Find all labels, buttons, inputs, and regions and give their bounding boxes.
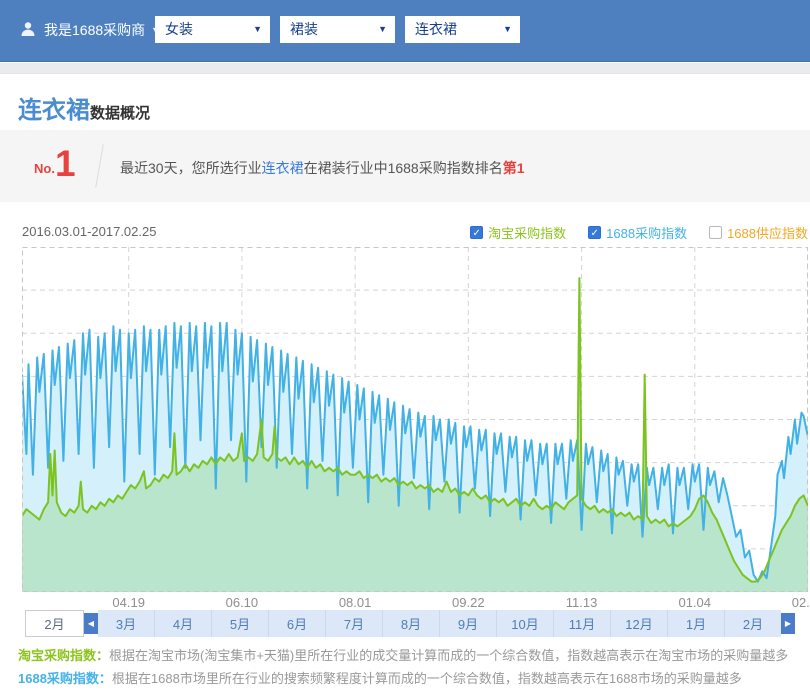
x-axis-label: 06.10	[220, 595, 264, 610]
rank-divider	[95, 144, 104, 188]
chevron-down-icon: ▼	[253, 16, 262, 43]
month-cell-9月[interactable]: 9月	[439, 610, 496, 637]
footnote-text: 根据在淘宝市场(淘宝集市+天猫)里所在行业的成交量计算而成的一个综合数值，指数越…	[109, 648, 788, 663]
footnote-label: 1688采购指数：	[18, 671, 112, 686]
x-axis-label: 02.25	[786, 595, 810, 610]
footnote-text: 根据在1688市场里所在行业的搜索频繁程度计算而成的一个综合数值，指数越高表示在…	[112, 671, 742, 686]
x-axis-label: 11.13	[560, 595, 604, 610]
index-trend-chart	[22, 247, 808, 592]
chevron-down-icon: ▼	[503, 16, 512, 43]
rank-description: 最近30天，您所选行业连衣裙在裙装行业中1688采购指数排名第1	[120, 158, 525, 178]
category-dropdown-level2[interactable]: 裙装 ▼	[280, 16, 395, 43]
footnote-line-1: 1688采购指数：根据在1688市场里所在行业的搜索频繁程度计算而成的一个综合数…	[18, 667, 788, 690]
rank-number: 1	[55, 145, 76, 182]
month-next-arrow-icon[interactable]: ▶	[781, 613, 795, 634]
month-cell-2月[interactable]: 2月	[724, 610, 781, 637]
user-icon	[20, 21, 36, 40]
rank-summary-box: No. 1 最近30天，您所选行业连衣裙在裙装行业中1688采购指数排名第1	[0, 130, 810, 202]
legend-label: 1688采购指数	[606, 223, 687, 242]
category-dropdown-level3[interactable]: 连衣裙 ▼	[405, 16, 520, 43]
page-title-keyword: 连衣裙	[18, 90, 90, 125]
top-navigation-bar: 我是1688采购商 ▼ 女装 ▼ 裙装 ▼ 连衣裙 ▼	[0, 0, 810, 62]
category-dropdown-level3-value: 连衣裙	[415, 21, 457, 37]
month-cell-12月[interactable]: 12月	[610, 610, 667, 637]
legend-label: 淘宝采购指数	[488, 223, 566, 242]
category-dropdown-level1[interactable]: 女装 ▼	[155, 16, 270, 43]
category-dropdown-level1-value: 女装	[165, 21, 193, 37]
rank-no-label: No.	[34, 161, 55, 182]
legend-item-1[interactable]: ✓ 1688采购指数	[588, 223, 687, 242]
footnote-line-0: 淘宝采购指数：根据在淘宝市场(淘宝集市+天猫)里所在行业的成交量计算而成的一个综…	[18, 644, 788, 667]
chevron-down-icon: ▼	[378, 16, 387, 43]
checkbox-checked-icon[interactable]: ✓	[588, 226, 601, 239]
legend-item-0[interactable]: ✓ 淘宝采购指数	[470, 223, 566, 242]
checkbox-checked-icon[interactable]: ✓	[470, 226, 483, 239]
rank-text-rank: 第1	[503, 160, 525, 176]
rank-text-middle: 在裙装行业中1688采购指数排名	[304, 160, 503, 176]
month-selector-bar: 2月◀3月4月5月6月7月8月9月10月11月12月1月2月▶	[25, 610, 795, 637]
month-prev-arrow-icon[interactable]: ◀	[84, 613, 98, 634]
user-role-label: 我是1688采购商	[44, 20, 145, 40]
rank-text-prefix: 最近30天，您所选行业	[120, 160, 262, 176]
month-cell-8月[interactable]: 8月	[382, 610, 439, 637]
x-axis-labels: 04.19 06.10 08.01 09.22 11.13 01.04 02.25	[0, 595, 810, 611]
x-axis-label: 09.22	[446, 595, 490, 610]
page-title-suffix: 数据概况	[90, 102, 150, 123]
month-cell-1月[interactable]: 1月	[667, 610, 724, 637]
footnote-label: 淘宝采购指数：	[18, 648, 109, 663]
legend-label: 1688供应指数	[727, 223, 808, 242]
header-divider-strip	[0, 63, 810, 74]
month-selected[interactable]: 2月	[25, 610, 84, 637]
month-cell-4月[interactable]: 4月	[154, 610, 211, 637]
chart-legend: ✓ 淘宝采购指数 ✓ 1688采购指数 1688供应指数	[448, 223, 808, 242]
x-axis-label: 08.01	[333, 595, 377, 610]
user-role-menu[interactable]: 我是1688采购商 ▼	[20, 20, 160, 40]
month-strip: 3月4月5月6月7月8月9月10月11月12月1月2月	[98, 610, 781, 637]
month-cell-10月[interactable]: 10月	[496, 610, 553, 637]
page: 我是1688采购商 ▼ 女装 ▼ 裙装 ▼ 连衣裙 ▼ 连衣裙 数据概况 No.…	[0, 0, 810, 692]
legend-item-2[interactable]: 1688供应指数	[709, 223, 808, 242]
category-dropdown-level2-value: 裙装	[290, 21, 318, 37]
index-footnotes: 淘宝采购指数：根据在淘宝市场(淘宝集市+天猫)里所在行业的成交量计算而成的一个综…	[18, 644, 788, 690]
month-cell-7月[interactable]: 7月	[325, 610, 382, 637]
x-axis-label: 01.04	[673, 595, 717, 610]
month-cell-5月[interactable]: 5月	[211, 610, 268, 637]
rank-number-badge: No. 1	[34, 145, 76, 182]
month-cell-3月[interactable]: 3月	[98, 610, 154, 637]
chart-svg	[22, 247, 808, 592]
x-axis-label: 04.19	[107, 595, 151, 610]
page-title: 连衣裙 数据概况	[18, 90, 150, 125]
month-cell-11月[interactable]: 11月	[553, 610, 610, 637]
checkbox-unchecked-icon[interactable]	[709, 226, 722, 239]
rank-text-keyword: 连衣裙	[262, 160, 304, 176]
month-cell-6月[interactable]: 6月	[268, 610, 325, 637]
chart-date-range: 2016.03.01-2017.02.25	[22, 224, 156, 239]
